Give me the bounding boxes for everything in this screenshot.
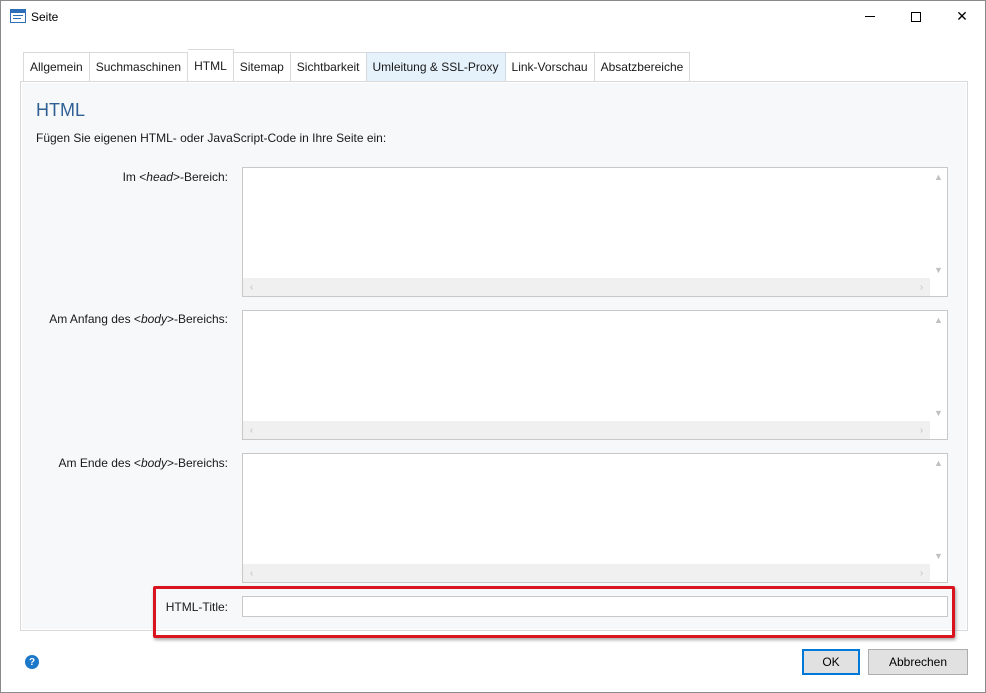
scroll-right-icon[interactable]: › bbox=[913, 564, 930, 582]
scroll-left-icon[interactable]: ‹ bbox=[243, 421, 260, 439]
tab-allgemein[interactable]: Allgemein bbox=[23, 52, 90, 82]
scroll-up-icon[interactable]: ▲ bbox=[930, 168, 947, 185]
section-intro: Fügen Sie eigenen HTML- oder JavaScript-… bbox=[36, 131, 387, 145]
scroll-down-icon[interactable]: ▼ bbox=[930, 547, 947, 564]
tab-suchmaschinen[interactable]: Suchmaschinen bbox=[89, 52, 189, 82]
body-start-code-editor[interactable] bbox=[244, 312, 946, 438]
scroll-down-icon[interactable]: ▼ bbox=[930, 261, 947, 278]
window-title: Seite bbox=[31, 10, 59, 24]
horizontal-scrollbar[interactable]: ‹ › bbox=[243, 564, 930, 582]
minimize-icon bbox=[865, 16, 875, 17]
scroll-up-icon[interactable]: ▲ bbox=[930, 311, 947, 328]
scroll-up-icon[interactable]: ▲ bbox=[930, 454, 947, 471]
scroll-left-icon[interactable]: ‹ bbox=[243, 564, 260, 582]
help-icon[interactable]: ? bbox=[25, 655, 39, 669]
body-start-label: Am Anfang des <body>-Bereichs: bbox=[49, 312, 228, 326]
body-end-code-editor[interactable] bbox=[244, 455, 946, 581]
scroll-corner bbox=[930, 421, 947, 439]
scroll-right-icon[interactable]: › bbox=[913, 278, 930, 296]
title-bar[interactable]: Seite ✕ bbox=[1, 1, 985, 32]
tab-link-vorschau[interactable]: Link-Vorschau bbox=[505, 52, 595, 82]
close-icon: ✕ bbox=[956, 8, 968, 24]
body-end-code-textarea[interactable]: ▲ ▼ ‹ › bbox=[242, 453, 948, 583]
tab-content-panel: HTML Fügen Sie eigenen HTML- oder JavaSc… bbox=[20, 81, 968, 631]
vertical-scrollbar[interactable]: ▲ ▼ bbox=[930, 168, 947, 278]
tab-umleitung[interactable]: Umleitung & SSL-Proxy bbox=[366, 52, 506, 82]
tab-bar: Allgemein Suchmaschinen HTML Sitemap Sic… bbox=[23, 49, 691, 82]
tab-sitemap[interactable]: Sitemap bbox=[233, 52, 291, 82]
horizontal-scrollbar[interactable]: ‹ › bbox=[243, 278, 930, 296]
head-code-editor[interactable] bbox=[244, 169, 946, 295]
tab-sichtbarkeit[interactable]: Sichtbarkeit bbox=[290, 52, 367, 82]
dialog-window: Seite ✕ Allgemein Suchmaschinen HTML Sit… bbox=[0, 0, 986, 693]
body-end-label: Am Ende des <body>-Bereichs: bbox=[58, 456, 228, 470]
scroll-corner bbox=[930, 278, 947, 296]
panel-background: HTML Fügen Sie eigenen HTML- oder JavaSc… bbox=[22, 83, 966, 629]
horizontal-scrollbar[interactable]: ‹ › bbox=[243, 421, 930, 439]
page-icon bbox=[10, 9, 26, 23]
scroll-right-icon[interactable]: › bbox=[913, 421, 930, 439]
maximize-icon bbox=[911, 11, 921, 22]
minimize-button[interactable] bbox=[847, 1, 893, 32]
vertical-scrollbar[interactable]: ▲ ▼ bbox=[930, 454, 947, 564]
vertical-scrollbar[interactable]: ▲ ▼ bbox=[930, 311, 947, 421]
cancel-button[interactable]: Abbrechen bbox=[868, 649, 968, 675]
scroll-corner bbox=[930, 564, 947, 582]
maximize-button[interactable] bbox=[893, 1, 939, 32]
scroll-down-icon[interactable]: ▼ bbox=[930, 404, 947, 421]
close-button[interactable]: ✕ bbox=[939, 1, 985, 32]
ok-button[interactable]: OK bbox=[802, 649, 860, 675]
tab-absatzbereiche[interactable]: Absatzbereiche bbox=[594, 52, 691, 82]
head-label: Im <head>-Bereich: bbox=[122, 170, 228, 184]
tab-html[interactable]: HTML bbox=[188, 49, 234, 82]
scroll-left-icon[interactable]: ‹ bbox=[243, 278, 260, 296]
body-start-code-textarea[interactable]: ▲ ▼ ‹ › bbox=[242, 310, 948, 440]
head-code-textarea[interactable]: ▲ ▼ ‹ › bbox=[242, 167, 948, 297]
section-heading: HTML bbox=[36, 100, 85, 120]
highlight-frame bbox=[153, 586, 955, 638]
